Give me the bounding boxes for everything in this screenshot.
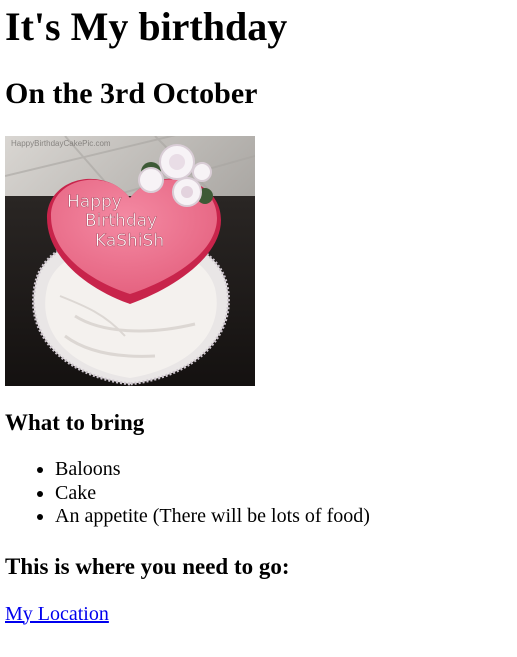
page-title: It's My birthday (5, 4, 288, 49)
list-item: An appetite (There will be lots of food) (55, 505, 517, 529)
image-watermark: HappyBirthdayCakePic.com (11, 139, 111, 148)
list-item: Cake (55, 482, 517, 506)
birthday-cake-image: HappyBirthdayCakePic.com Happy Birthday … (5, 136, 255, 386)
date-subtitle: On the 3rd October (5, 77, 258, 110)
cake-text-name: KaShiSh (95, 231, 164, 251)
list-item: Baloons (55, 458, 517, 482)
bring-list: Baloons Cake An appetite (There will be … (5, 458, 517, 529)
what-to-bring-heading: What to bring (5, 410, 145, 435)
cake-text-happy: Happy (67, 192, 122, 212)
cake-text-birthday: Birthday (85, 211, 157, 231)
location-heading: This is where you need to go: (5, 553, 290, 579)
my-location-link[interactable]: My Location (5, 603, 109, 626)
